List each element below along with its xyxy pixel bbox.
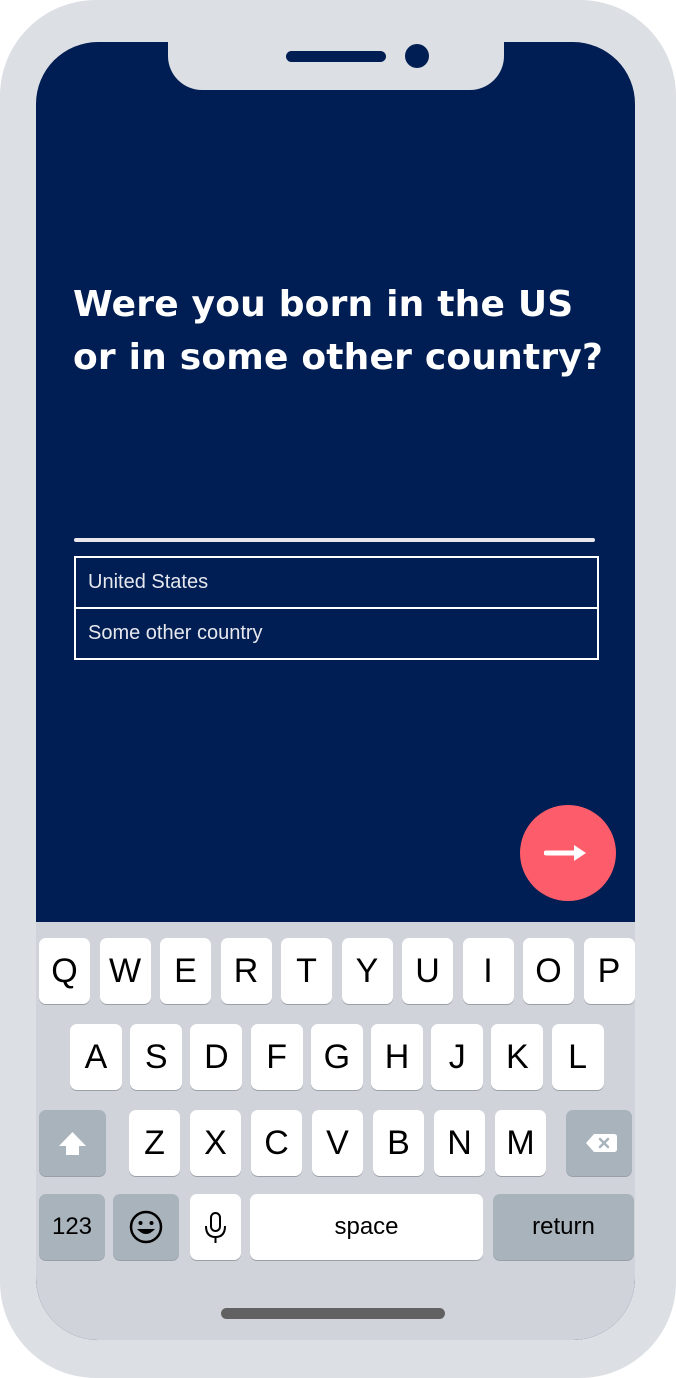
next-button[interactable] <box>520 805 616 901</box>
key-m-label: M <box>506 1124 535 1162</box>
key-t[interactable]: T <box>281 938 332 1004</box>
key-h[interactable]: H <box>371 1024 423 1090</box>
return-key[interactable]: return <box>493 1194 634 1260</box>
key-w[interactable]: W <box>99 938 151 1004</box>
space-key-label: space <box>334 1213 399 1240</box>
key-g[interactable]: G <box>310 1024 363 1090</box>
arrow-right-icon <box>544 845 586 861</box>
key-z-label: Z <box>144 1124 165 1162</box>
key-s-label: S <box>144 1038 168 1076</box>
key-c-label: C <box>264 1124 289 1162</box>
key-k[interactable]: K <box>491 1024 544 1090</box>
phone-frame: Were you born in the US or in some other… <box>0 0 676 1378</box>
key-d-label: D <box>204 1038 229 1076</box>
microphone-icon <box>190 1194 241 1260</box>
question-line-2: or in some other country? <box>73 337 604 378</box>
key-u[interactable]: U <box>402 938 453 1004</box>
key-e[interactable]: E <box>160 938 211 1004</box>
key-v-label: V <box>326 1124 349 1162</box>
key-x-label: X <box>204 1124 227 1162</box>
delete-icon <box>566 1110 632 1176</box>
key-z[interactable]: Z <box>129 1110 180 1176</box>
camera <box>405 44 429 68</box>
key-b[interactable]: B <box>373 1110 424 1176</box>
key-y-label: Y <box>355 952 379 990</box>
question-text: Were you born in the US or in some other… <box>73 278 613 384</box>
answer-input-underline[interactable] <box>74 538 595 542</box>
key-v[interactable]: V <box>312 1110 363 1176</box>
numbers-key[interactable]: 123 <box>39 1194 105 1260</box>
key-p[interactable]: P <box>583 938 635 1004</box>
key-u-label: U <box>415 952 440 990</box>
notch <box>168 42 504 90</box>
home-indicator[interactable] <box>221 1308 445 1319</box>
space-key[interactable]: space <box>250 1194 483 1260</box>
key-w-label: W <box>108 952 142 990</box>
key-q-label: Q <box>51 952 78 990</box>
key-b-label: B <box>387 1124 410 1162</box>
shift-icon <box>39 1110 106 1176</box>
suggestion-list: United States Some other country <box>74 556 599 660</box>
key-t-label: T <box>296 952 317 990</box>
key-c[interactable]: C <box>251 1110 302 1176</box>
key-f-label: F <box>266 1038 287 1076</box>
key-n[interactable]: N <box>434 1110 485 1176</box>
speaker <box>286 51 386 62</box>
option-united-states[interactable]: United States <box>76 558 597 607</box>
key-k-label: K <box>506 1038 529 1076</box>
key-r[interactable]: R <box>220 938 272 1004</box>
key-m[interactable]: M <box>495 1110 546 1176</box>
key-o-label: O <box>535 952 562 990</box>
option-some-other-country[interactable]: Some other country <box>76 607 597 658</box>
key-i-label: I <box>483 952 493 990</box>
key-j-label: J <box>448 1038 466 1076</box>
key-f[interactable]: F <box>250 1024 303 1090</box>
key-h-label: H <box>384 1038 410 1076</box>
key-l[interactable]: L <box>551 1024 604 1090</box>
key-p-label: P <box>597 952 621 990</box>
key-d[interactable]: D <box>190 1024 243 1090</box>
keyboard: Q W E R T Y U I O P A S D F G H J K L Z X C V B N M 123 space return <box>36 922 635 1340</box>
key-a-label: A <box>84 1038 108 1076</box>
key-o[interactable]: O <box>523 938 574 1004</box>
question-line-1: Were you born in the US <box>73 284 574 325</box>
key-n-label: N <box>447 1124 472 1162</box>
emoji-icon <box>113 1194 179 1260</box>
delete-key[interactable] <box>566 1110 632 1176</box>
key-y[interactable]: Y <box>341 938 393 1004</box>
key-g-label: G <box>323 1038 351 1076</box>
shift-key[interactable] <box>39 1110 106 1176</box>
return-key-label: return <box>532 1213 595 1240</box>
key-s[interactable]: S <box>130 1024 183 1090</box>
screen: Were you born in the US or in some other… <box>36 42 635 1340</box>
numbers-key-label: 123 <box>51 1213 93 1240</box>
key-j[interactable]: J <box>431 1024 484 1090</box>
key-i[interactable]: I <box>462 938 514 1004</box>
key-q[interactable]: Q <box>39 938 90 1004</box>
key-x[interactable]: X <box>190 1110 241 1176</box>
key-a[interactable]: A <box>70 1024 122 1090</box>
key-e-label: E <box>174 952 197 990</box>
key-l-label: L <box>568 1038 588 1076</box>
microphone-key[interactable] <box>190 1194 241 1260</box>
key-r-label: R <box>233 952 259 990</box>
emoji-key[interactable] <box>113 1194 179 1260</box>
